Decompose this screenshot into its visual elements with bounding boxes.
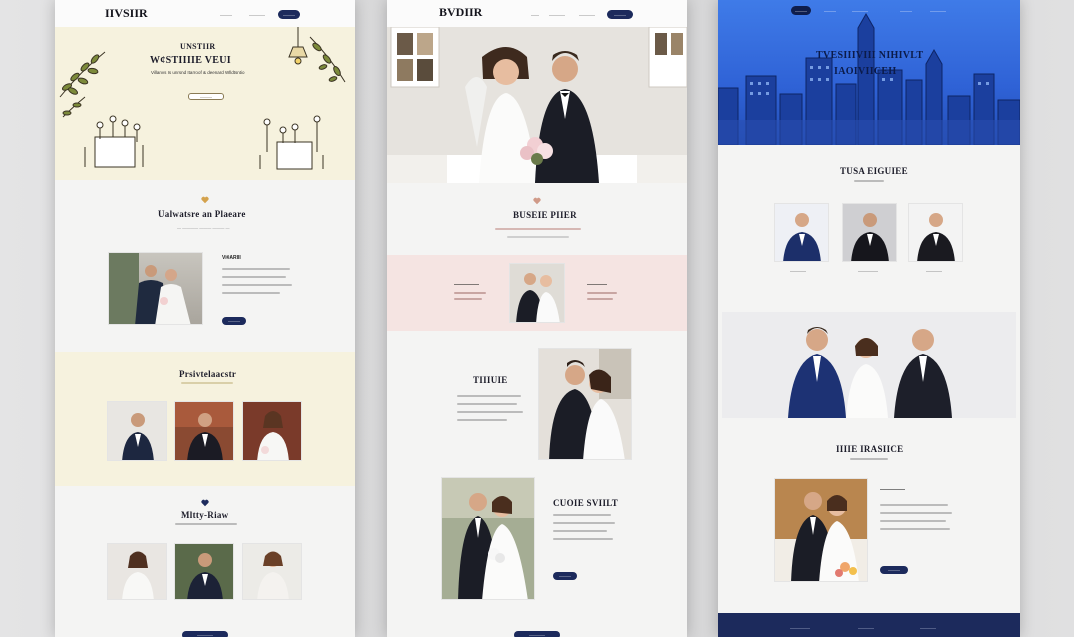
section-3-title: Mltty-Riaw — [181, 510, 229, 520]
text-line — [454, 292, 486, 294]
nav-link-2[interactable]: ———— — [249, 12, 265, 17]
text-line — [457, 395, 521, 397]
team-member-photo — [774, 203, 829, 262]
feature-button[interactable]: ——— — [880, 566, 908, 574]
hero-subtitle: Villanvs Is unrsnd Itarroof & deenard Wl… — [151, 70, 245, 75]
team-member-caption: ————— — [858, 268, 878, 273]
text-line — [880, 504, 948, 506]
section-1-subtitle: — ———— ——— ——— — — [177, 225, 230, 230]
wedding-site-mockup-center: BVDIIR —— ———— ———— ——— BUSEIE PIIER ———… — [387, 0, 687, 637]
site-header — [55, 0, 355, 27]
wedding-site-mockup-right: ——— ——— ———— ——— ———— TVESIIIVIII NIHIVL… — [718, 0, 1020, 637]
team-member-caption: ———— — [926, 268, 942, 273]
text-line — [854, 180, 884, 182]
wedding-site-mockup-left: IIVSIIR ——— ———— ——— UNSTIIR W¢STIIIIE V… — [55, 0, 355, 637]
team-member-caption: ———— — [790, 268, 806, 273]
team-title: TUSA EIGUIEE — [840, 166, 908, 176]
feature-button[interactable]: ——— — [222, 317, 246, 325]
hero-title-line-1: TVESIIIVIII NIHIVLT — [816, 50, 924, 61]
portrait-photo — [174, 401, 234, 461]
text-line — [457, 403, 517, 405]
couple-photo — [774, 478, 868, 582]
text-line — [175, 523, 237, 525]
text-line — [457, 411, 523, 413]
text-line — [553, 522, 615, 524]
nav-link-1[interactable]: —— — [531, 12, 539, 17]
text-line — [553, 514, 611, 516]
feature-title: ————— — [880, 487, 905, 493]
group-photo-band — [722, 312, 1016, 418]
text-line — [850, 458, 888, 460]
nav-link-3[interactable]: ———— — [579, 12, 595, 17]
couple-photo — [441, 477, 535, 600]
portrait-photo — [174, 543, 234, 600]
hero-title-line-2: IAOIVIICEH — [834, 66, 897, 77]
left-card-title: ————— — [454, 282, 479, 288]
section-2-title: Prsivtelaacstr — [179, 369, 237, 379]
section-title: IIIIE IRASIICE — [836, 444, 904, 454]
footer-button[interactable]: ———— — [514, 631, 560, 637]
text-line — [457, 419, 507, 421]
hero-button[interactable]: ——— — [188, 93, 224, 100]
nav-cta-button[interactable]: ——— — [278, 10, 300, 19]
portrait-photo — [242, 401, 302, 461]
text-line — [587, 292, 617, 294]
nav-cta-button[interactable]: ——— — [607, 10, 633, 19]
feature-title: Vi¢ARIII — [222, 255, 241, 261]
story-title: TIIIUIE — [473, 375, 508, 385]
hero-title-line-2: W¢STIIIIE VEUI — [150, 55, 231, 66]
right-card-title: ———— — [587, 282, 607, 288]
heart-icon — [201, 196, 209, 204]
team-member-photo — [842, 203, 897, 262]
site-logo[interactable]: IIVSIIR — [105, 6, 148, 21]
nav-link-1[interactable]: ——— — [220, 12, 232, 17]
couple-photo — [108, 252, 203, 325]
mockup-background: IIVSIIR ——— ———— ——— UNSTIIR W¢STIIIIE V… — [0, 0, 1074, 637]
footer-link-1[interactable]: ————— — [790, 625, 810, 630]
section-1-title: Ualwatsre an Plaeare — [158, 209, 246, 219]
text-line — [181, 382, 233, 384]
portrait-photo — [107, 401, 167, 461]
text-line — [553, 538, 613, 540]
couple-photo — [509, 263, 565, 323]
heart-icon — [533, 197, 541, 205]
footer-button[interactable]: ———— — [182, 631, 228, 637]
text-line — [880, 528, 950, 530]
couple-photo — [538, 348, 632, 460]
text-line — [222, 268, 290, 270]
footer-link-3[interactable]: ———— — [920, 625, 936, 630]
nav-link-2[interactable]: ———— — [549, 12, 565, 17]
text-line — [587, 298, 613, 300]
portrait-photo — [242, 543, 302, 600]
text-line — [454, 298, 482, 300]
team-member-photo — [908, 203, 963, 262]
site-logo[interactable]: BVDIIR — [439, 5, 482, 20]
text-line — [507, 236, 569, 238]
text-line — [222, 284, 292, 286]
text-line — [880, 520, 946, 522]
text-line — [495, 228, 581, 230]
text-line — [880, 512, 952, 514]
heart-icon — [201, 499, 209, 507]
story-2-button[interactable]: ——— — [553, 572, 577, 580]
hero-couple-photo — [387, 27, 687, 183]
hero-title-line-1: UNSTIIR — [180, 42, 216, 51]
text-line — [553, 530, 607, 532]
text-line — [222, 292, 280, 294]
story-2-title: CUOIE SVIILT — [553, 498, 619, 508]
section-1-title: BUSEIE PIIER — [513, 210, 577, 220]
text-line — [222, 276, 286, 278]
footer-link-2[interactable]: ———— — [858, 625, 874, 630]
portrait-photo — [107, 543, 167, 600]
